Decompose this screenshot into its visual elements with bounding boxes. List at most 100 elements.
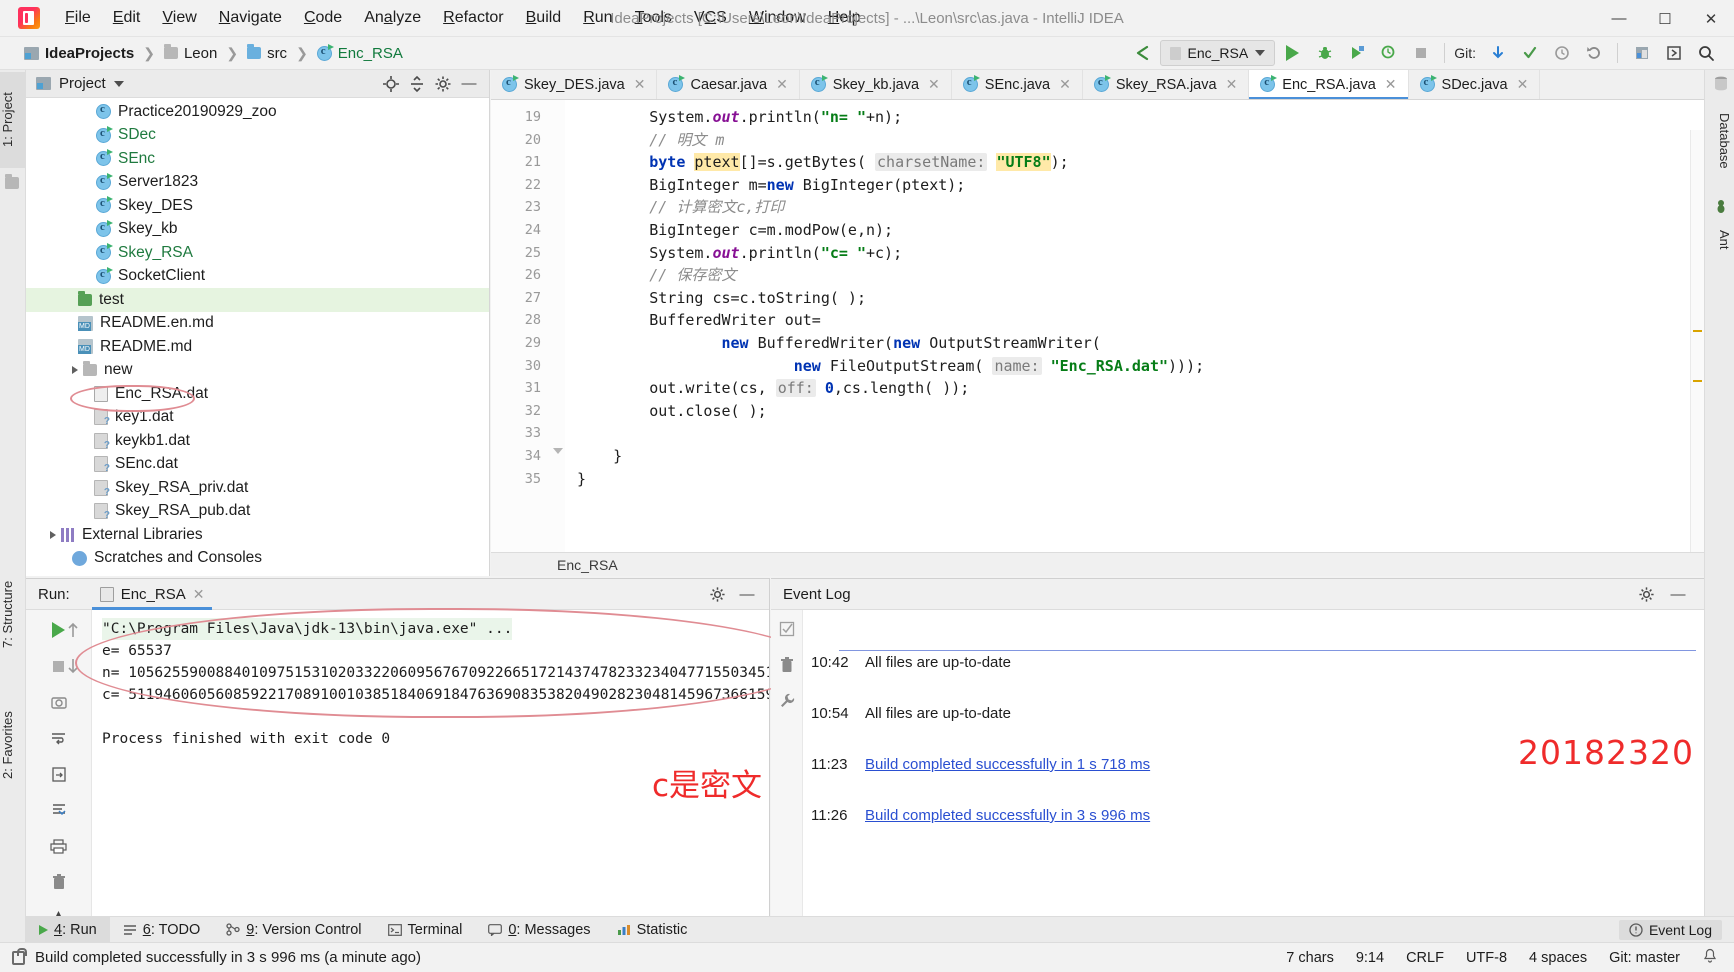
search-everywhere-icon[interactable] (1691, 40, 1720, 66)
close-icon[interactable]: ✕ (776, 76, 788, 93)
menu-tools[interactable]: Tools (624, 4, 683, 32)
tree-row[interactable]: key1.dat (26, 406, 489, 430)
back-arrow-icon[interactable] (1128, 40, 1157, 66)
scroll-to-end-icon[interactable] (46, 798, 72, 822)
scroll-down-icon[interactable] (60, 654, 86, 678)
print-icon[interactable] (46, 834, 72, 858)
chevron-right-icon[interactable] (50, 530, 56, 539)
tree-row[interactable]: Skey_DES (26, 194, 489, 218)
run-tab-enc-rsa[interactable]: Enc_RSA ✕ (91, 579, 213, 610)
close-icon[interactable]: ✕ (193, 586, 205, 603)
close-icon[interactable]: ✕ (1059, 76, 1071, 93)
tab-skey-des-java[interactable]: Skey_DES.java ✕ (491, 70, 658, 99)
tab-skey-rsa-java[interactable]: Skey_RSA.java ✕ (1083, 70, 1250, 99)
event-message-link[interactable]: Build completed successfully in 3 s 996 … (865, 807, 1150, 824)
gear-icon[interactable] (707, 584, 727, 604)
tree-row[interactable]: Server1823 (26, 171, 489, 195)
clear-all-icon[interactable] (46, 870, 72, 894)
menu-run[interactable]: Run (572, 4, 623, 32)
menu-code[interactable]: Code (293, 4, 353, 32)
tree-row-enc-rsa-dat[interactable]: Enc_RSA.dat (26, 382, 489, 406)
tree-row[interactable]: SEnc (26, 147, 489, 171)
menu-edit[interactable]: Edit (102, 4, 152, 32)
tab-enc-rsa-java[interactable]: Enc_RSA.java ✕ (1249, 70, 1409, 99)
debug-button[interactable] (1310, 40, 1339, 66)
bottom-tool-tabs[interactable]: 4: Run 6: TODO 9: Version Control Termin… (26, 916, 1734, 943)
menu-window[interactable]: Window (738, 4, 817, 32)
scroll-up-icon[interactable] (60, 618, 86, 642)
breadcrumb-item-project[interactable]: IdeaProjects (20, 43, 138, 64)
sidebar-item-structure[interactable]: 7: Structure (0, 558, 26, 670)
tree-row[interactable]: SDec (26, 124, 489, 148)
tree-row-test[interactable]: test (26, 288, 489, 312)
close-icon[interactable]: ✕ (1385, 76, 1397, 93)
editor-marker-strip[interactable] (1690, 130, 1704, 552)
fold-marker-icon[interactable] (553, 448, 563, 454)
main-menu[interactable]: File Edit View Navigate Code Analyze Ref… (54, 4, 872, 32)
collapse-all-icon[interactable] (407, 74, 427, 94)
bottom-tab-statistic[interactable]: Statistic (604, 917, 701, 943)
maximize-button[interactable]: ☐ (1642, 0, 1688, 37)
menu-view[interactable]: View (151, 4, 207, 32)
hide-icon[interactable]: — (737, 584, 757, 604)
trash-icon[interactable] (776, 654, 798, 676)
status-line-separator[interactable]: CRLF (1406, 950, 1444, 966)
tab-skey-kb-java[interactable]: Skey_kb.java ✕ (800, 70, 952, 99)
run-button[interactable] (1278, 40, 1307, 66)
tree-row[interactable]: README.md (26, 335, 489, 359)
status-indent[interactable]: 4 spaces (1529, 950, 1587, 966)
folder-icon[interactable] (5, 174, 21, 190)
menu-vcs[interactable]: VCS (683, 4, 738, 32)
chevron-right-icon[interactable] (72, 366, 78, 375)
status-encoding[interactable]: UTF-8 (1466, 950, 1507, 966)
database-toolbar-icon[interactable] (1627, 40, 1656, 66)
event-log-chip[interactable]: Event Log (1618, 919, 1722, 940)
code-editor[interactable]: 19 20 21 22 23 24 25 26 27 28 29 30 31 3… (491, 100, 1704, 576)
sidebar-item-database[interactable]: Database (1706, 96, 1732, 186)
menu-file[interactable]: File (54, 4, 102, 32)
editor-tab-bar[interactable]: Skey_DES.java ✕ Caesar.java ✕ Skey_kb.ja… (491, 70, 1704, 100)
export-icon[interactable] (46, 762, 72, 786)
tree-row[interactable]: Practice20190929_zoo (26, 100, 489, 124)
git-rollback-icon[interactable] (1579, 40, 1608, 66)
gear-icon[interactable] (1636, 584, 1656, 604)
chevron-down-icon[interactable] (113, 80, 124, 87)
event-log-row[interactable]: 11:26 Build completed successfully in 3 … (809, 797, 1704, 834)
close-icon[interactable]: ✕ (634, 76, 646, 93)
hide-icon[interactable]: — (1668, 584, 1688, 604)
gear-icon[interactable] (433, 74, 453, 94)
editor-breadcrumb[interactable]: Enc_RSA (491, 552, 1704, 576)
bottom-tab-terminal[interactable]: Terminal (375, 917, 476, 943)
close-icon[interactable]: ✕ (1226, 76, 1238, 93)
event-log-row[interactable]: 11:23 Build completed successfully in 1 … (809, 746, 1704, 783)
tree-row[interactable]: SEnc.dat (26, 453, 489, 477)
tree-row[interactable]: keykb1.dat (26, 429, 489, 453)
git-commit-icon[interactable] (1515, 40, 1544, 66)
bottom-tab-todo[interactable]: 6: TODO (110, 917, 214, 943)
menu-analyze[interactable]: Analyze (353, 4, 432, 32)
hide-icon[interactable]: — (459, 74, 479, 94)
console-output[interactable]: "C:\Program Files\Java\jdk-13\bin\java.e… (92, 610, 769, 942)
code-text[interactable]: System.out.println("n= "+n); // 明文 m byt… (565, 100, 1704, 576)
tab-senc-java[interactable]: SEnc.java ✕ (952, 70, 1083, 99)
locate-icon[interactable] (381, 74, 401, 94)
tree-row[interactable]: Skey_RSA_priv.dat (26, 476, 489, 500)
tree-row[interactable]: README.en.md (26, 312, 489, 336)
breadcrumb-item-enc-rsa[interactable]: Enc_RSA (313, 43, 407, 64)
git-history-icon[interactable] (1547, 40, 1576, 66)
tab-caesar-java[interactable]: Caesar.java ✕ (657, 70, 800, 99)
code-folding-column[interactable] (551, 100, 565, 576)
event-message-link[interactable]: Build completed successfully in 1 s 718 … (865, 756, 1150, 773)
menu-refactor[interactable]: Refactor (432, 4, 514, 32)
close-icon[interactable]: ✕ (928, 76, 940, 93)
minimize-button[interactable]: — (1596, 0, 1642, 37)
sidebar-item-ant[interactable]: Ant (1706, 218, 1732, 262)
event-log-row[interactable]: 10:54 All files are up-to-date (809, 695, 1704, 732)
status-git-branch[interactable]: Git: master (1609, 950, 1680, 966)
open-settings-icon[interactable] (1659, 40, 1688, 66)
bottom-tab-run[interactable]: 4: Run (26, 916, 110, 943)
tree-row-external-libraries[interactable]: External Libraries (26, 523, 489, 547)
sidebar-item-favorites[interactable]: 2: Favorites (0, 686, 26, 804)
close-button[interactable]: ✕ (1688, 0, 1734, 37)
run-configuration-selector[interactable]: Enc_RSA (1159, 40, 1276, 66)
